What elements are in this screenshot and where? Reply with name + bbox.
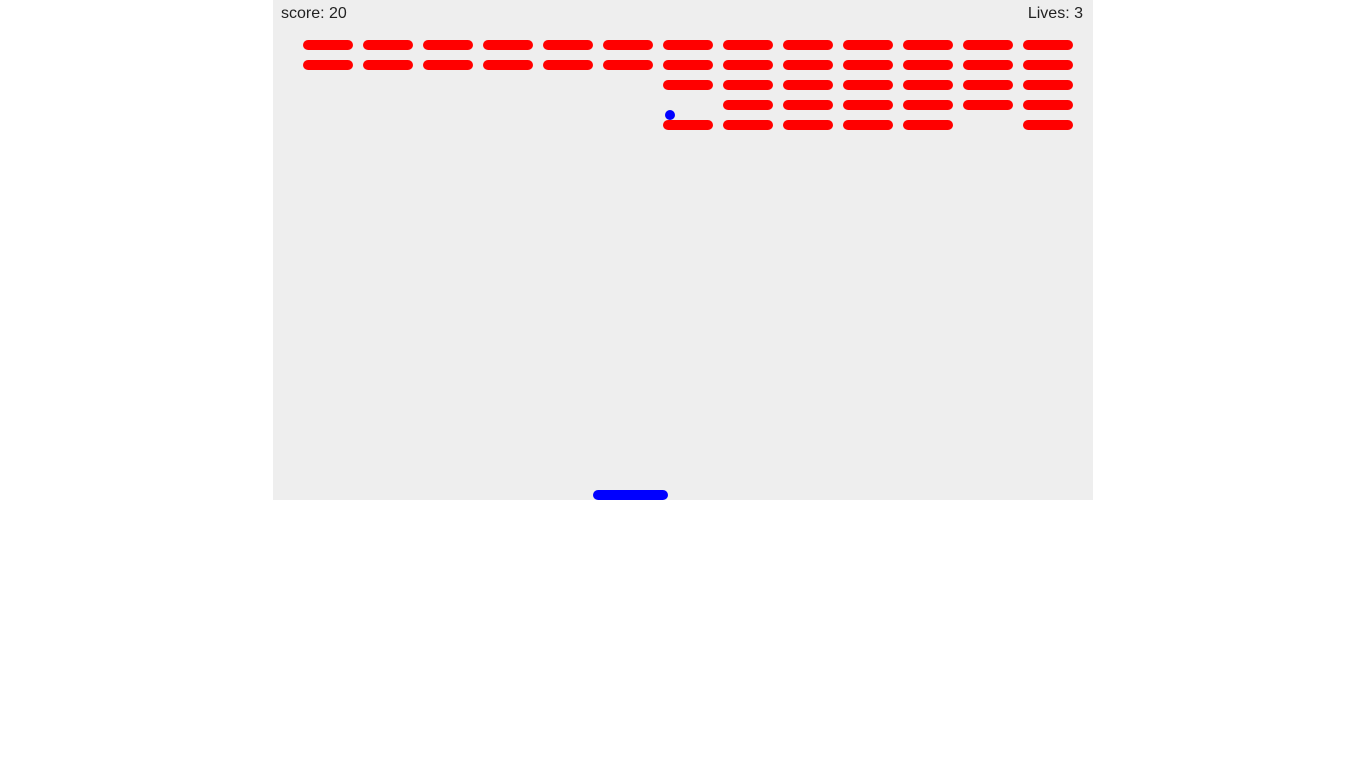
brick: [723, 100, 773, 110]
brick: [783, 40, 833, 50]
brick: [903, 40, 953, 50]
brick: [543, 60, 593, 70]
brick: [843, 120, 893, 130]
brick: [303, 60, 353, 70]
brick: [1023, 80, 1073, 90]
brick: [1023, 60, 1073, 70]
brick: [903, 120, 953, 130]
brick: [663, 60, 713, 70]
brick: [963, 60, 1013, 70]
lives-display: Lives: 3: [1028, 5, 1083, 23]
brick: [1023, 120, 1073, 130]
brick: [783, 100, 833, 110]
brick: [1023, 100, 1073, 110]
brick: [723, 120, 773, 130]
brick: [963, 100, 1013, 110]
brick: [843, 60, 893, 70]
paddle[interactable]: [593, 490, 668, 500]
brick: [903, 60, 953, 70]
brick: [303, 40, 353, 50]
score-label: score:: [281, 5, 325, 22]
brick: [783, 60, 833, 70]
brick: [423, 60, 473, 70]
lives-value: 3: [1074, 5, 1083, 22]
brick: [663, 80, 713, 90]
lives-label: Lives:: [1027, 5, 1070, 22]
brick: [963, 40, 1013, 50]
brick: [363, 60, 413, 70]
brick: [963, 80, 1013, 90]
brick: [483, 40, 533, 50]
brick: [423, 40, 473, 50]
ball: [665, 110, 675, 120]
game-playfield[interactable]: score: 20 Lives: 3: [273, 0, 1093, 500]
brick: [903, 100, 953, 110]
brick: [663, 40, 713, 50]
brick: [543, 40, 593, 50]
brick: [723, 60, 773, 70]
brick: [363, 40, 413, 50]
brick: [723, 80, 773, 90]
brick: [843, 100, 893, 110]
brick: [663, 120, 713, 130]
brick: [603, 40, 653, 50]
score-value: 20: [329, 5, 347, 22]
brick: [483, 60, 533, 70]
brick: [843, 80, 893, 90]
brick: [783, 120, 833, 130]
brick: [903, 80, 953, 90]
brick: [1023, 40, 1073, 50]
brick: [723, 40, 773, 50]
brick: [843, 40, 893, 50]
score-display: score: 20: [281, 5, 347, 23]
brick: [603, 60, 653, 70]
brick: [783, 80, 833, 90]
